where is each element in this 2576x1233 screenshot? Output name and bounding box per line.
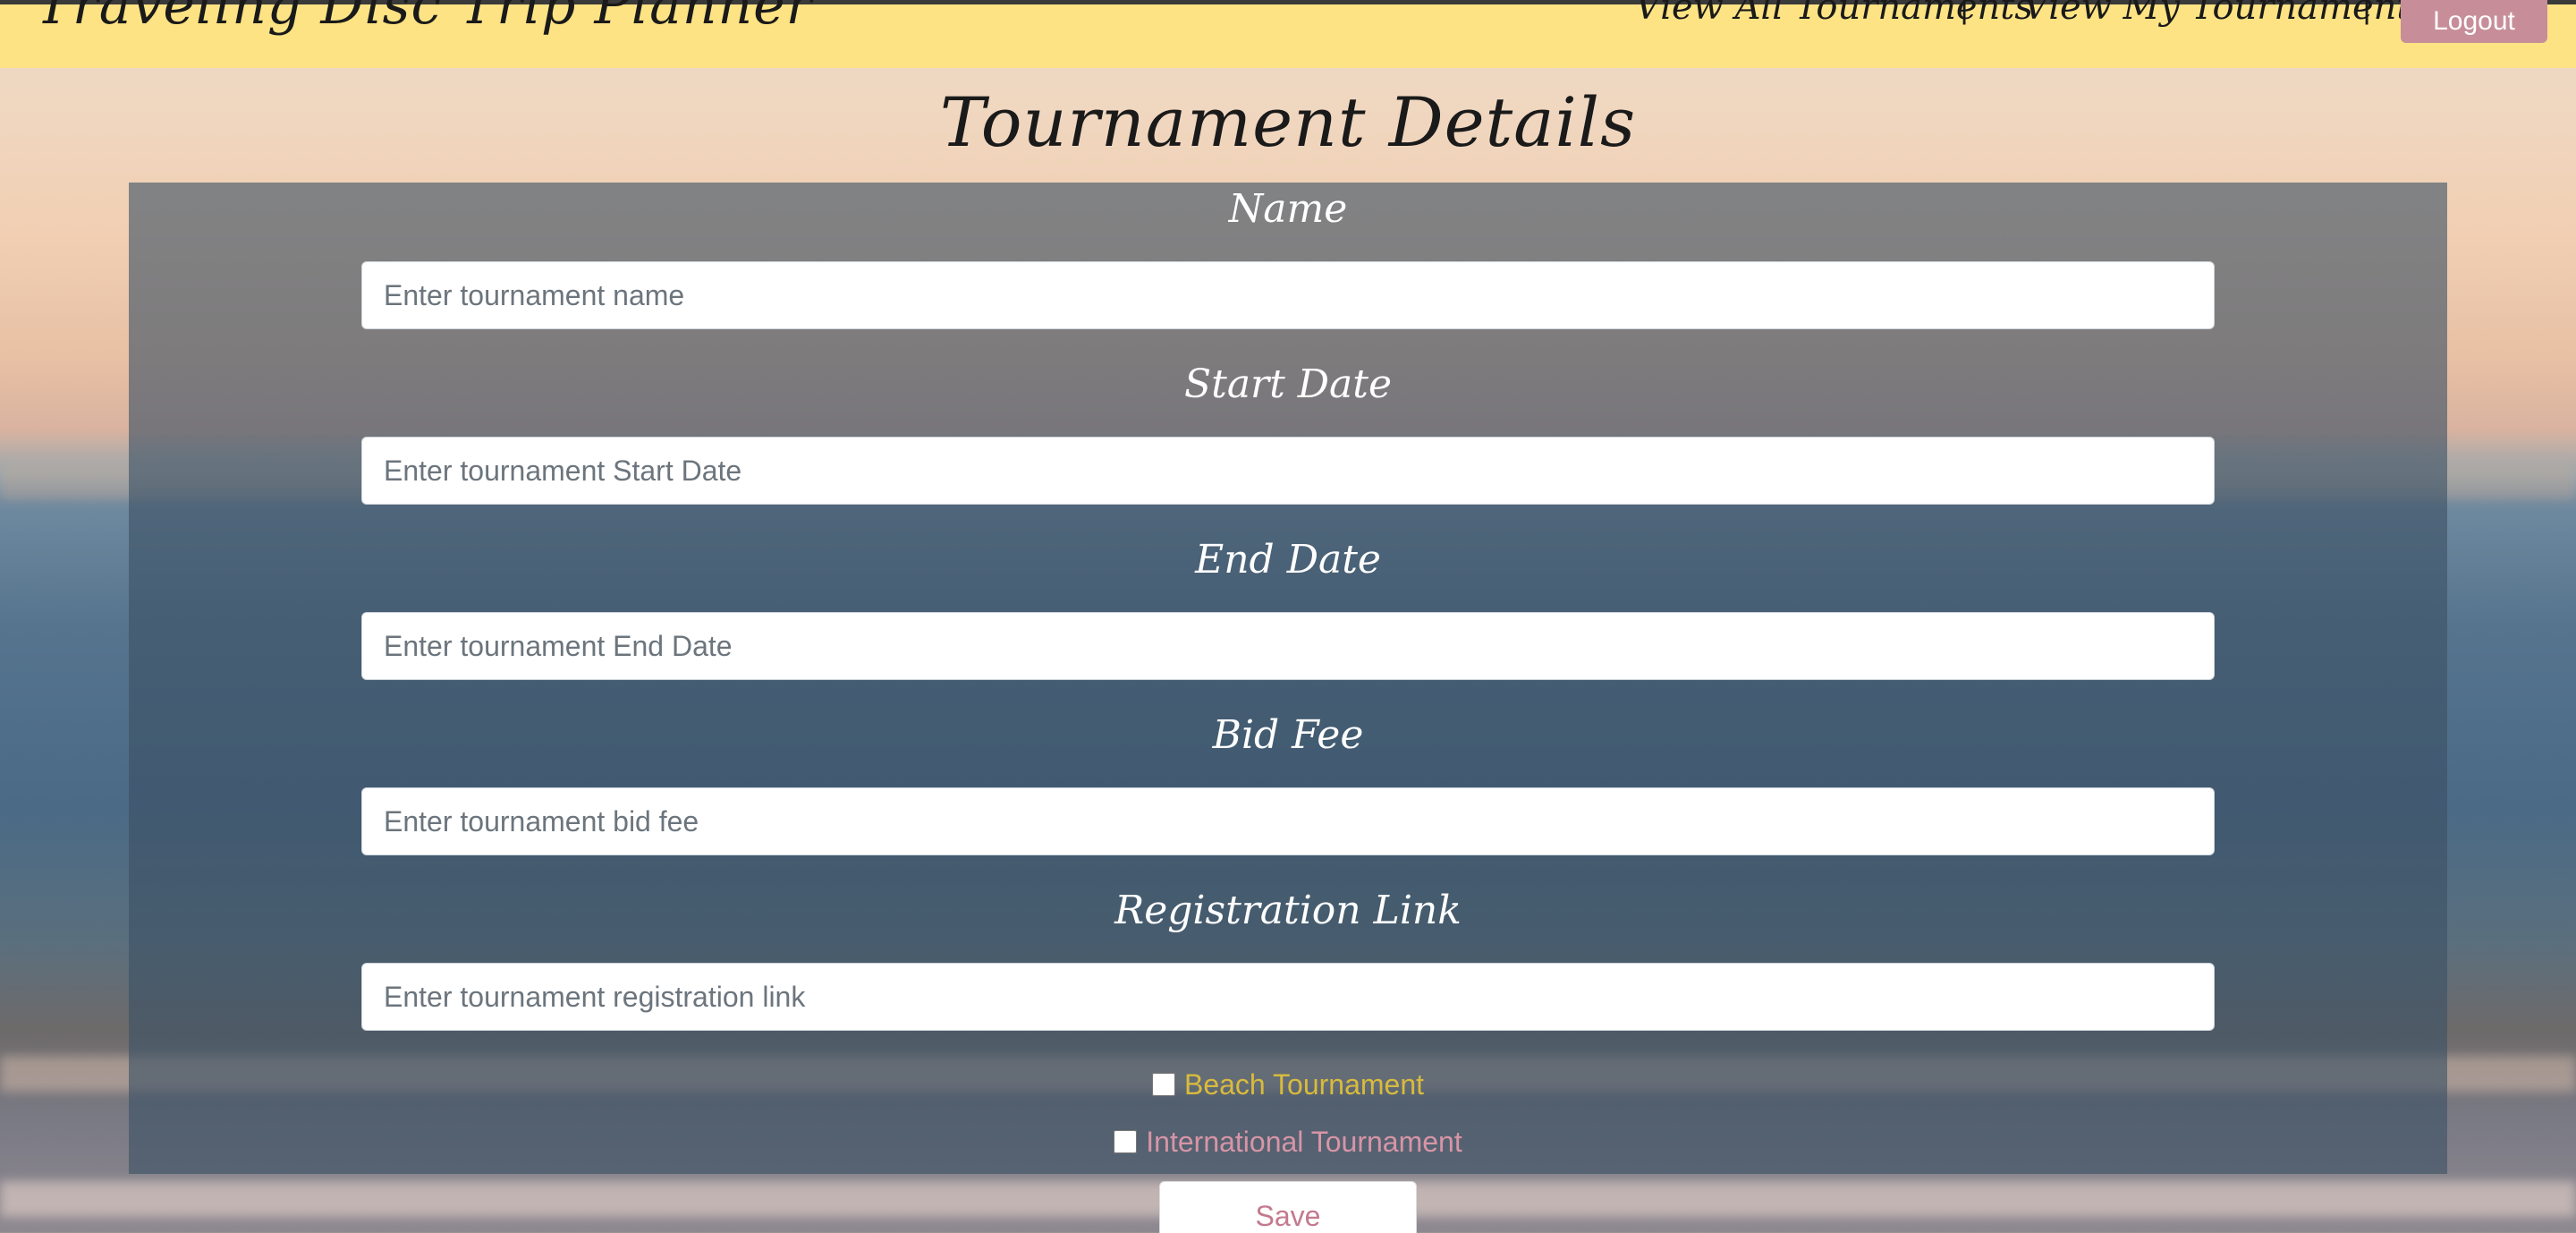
international-tournament-checkbox[interactable] [1114,1130,1138,1153]
beach-tournament-row: Beach Tournament [129,1063,2447,1106]
end-date-input[interactable] [361,612,2215,680]
tournament-form: Name Start Date End Date Bid Fee Registr… [129,183,2447,1174]
top-navbar: Traveling Disc Trip Planner View All Tou… [0,0,2576,68]
page-title: Tournament Details [939,82,1637,162]
end-date-label: End Date [1195,537,1381,582]
beach-tournament-checkbox[interactable] [1151,1073,1175,1096]
nav-link-view-all-tournaments[interactable]: View All Tournaments [1635,0,2033,28]
international-tournament-label[interactable]: International Tournament [1146,1126,1462,1159]
bid-fee-label: Bid Fee [1212,712,1364,758]
registration-link-input[interactable] [361,963,2215,1031]
nav-separator: | [1959,0,1970,25]
bid-fee-input[interactable] [361,787,2215,855]
start-date-input[interactable] [361,437,2215,505]
name-input[interactable] [361,261,2215,329]
nav-separator: | [2361,0,2373,25]
international-tournament-row: International Tournament [129,1120,2447,1163]
start-date-label: Start Date [1184,361,1392,407]
logout-button[interactable]: Logout [2401,0,2547,43]
brand-title[interactable]: Traveling Disc Trip Planner [36,0,812,37]
save-button[interactable]: Save [1159,1181,1417,1233]
name-label: Name [1228,186,1348,232]
registration-link-label: Registration Link [1114,888,1462,933]
beach-tournament-label[interactable]: Beach Tournament [1184,1068,1424,1101]
